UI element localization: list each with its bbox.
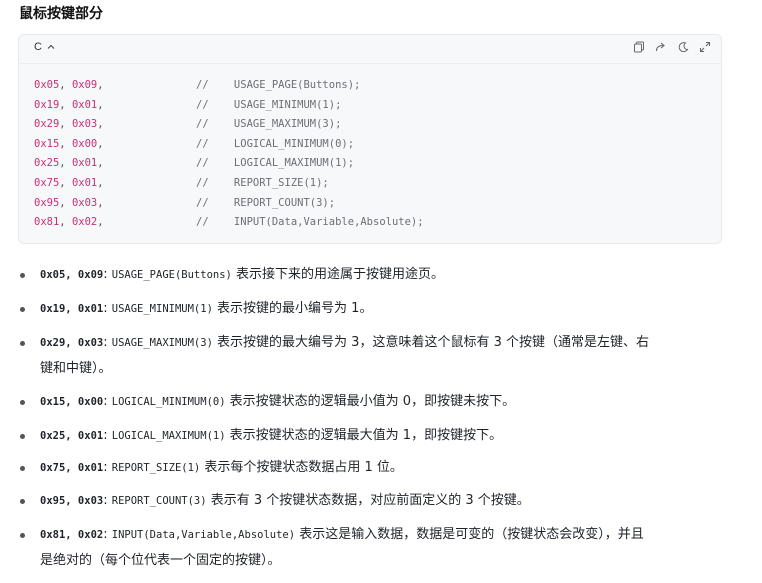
code-line: 0x81, 0x02,// INPUT(Data,Variable,Absolu…	[34, 213, 694, 233]
code-comment: // LOGICAL_MINIMUM(0);	[196, 137, 355, 150]
expand-icon[interactable]	[699, 41, 711, 53]
item-separator: :	[103, 267, 108, 282]
code-header: C	[19, 35, 721, 64]
item-desc: 表示有 3 个按键状态数据，对应前面定义的 3 个按键。	[206, 493, 530, 508]
item-macro: USAGE_PAGE(Buttons)	[111, 269, 232, 281]
code-comment: // REPORT_SIZE(1);	[196, 176, 329, 189]
item-macro: LOGICAL_MINIMUM(0)	[111, 396, 226, 408]
code-comment: // LOGICAL_MAXIMUM(1);	[196, 157, 355, 170]
item-bytes: 0x25, 0x01	[40, 430, 104, 442]
code-hex-b: 0x03	[71, 196, 98, 209]
code-hex-b: 0x01	[71, 176, 98, 189]
item-desc: 表示接下来的用途属于按键用途页。	[231, 267, 444, 282]
item-bytes: 0x29, 0x03	[40, 337, 104, 349]
item-separator: :	[103, 428, 108, 443]
item-bytes: 0x75, 0x01	[40, 462, 104, 474]
code-hex-b: 0x03	[71, 118, 98, 131]
item-separator: :	[103, 460, 108, 475]
item-separator: :	[103, 394, 108, 409]
code-hex-a: 0x75	[34, 176, 60, 189]
item-macro: USAGE_MAXIMUM(3)	[111, 337, 213, 349]
item-separator: :	[103, 527, 108, 542]
code-comment: // USAGE_MINIMUM(1);	[196, 98, 342, 111]
code-hex-a: 0x19	[34, 98, 60, 111]
bullet	[20, 499, 25, 504]
code-line: 0x29, 0x03,// USAGE_MAXIMUM(3);	[34, 115, 694, 135]
code-hex-a: 0x29	[34, 118, 60, 131]
bullet	[20, 434, 25, 439]
item-desc: 表示按键的最小编号为 1。	[212, 301, 373, 316]
item-separator: :	[103, 493, 108, 508]
copy-icon[interactable]	[633, 41, 645, 53]
item-desc-cont: 键和中键）。	[40, 361, 112, 376]
code-hex-a: 0x25	[34, 157, 60, 170]
bullet	[20, 307, 25, 312]
code-line: 0x19, 0x01,// USAGE_MINIMUM(1);	[34, 96, 694, 116]
item-bytes: 0x05, 0x09	[40, 269, 104, 281]
item-bytes: 0x15, 0x00	[40, 396, 104, 408]
item-desc: 表示按键状态的逻辑最小值为 0，即按键未按下。	[225, 394, 516, 409]
language-toggle[interactable]: C	[34, 41, 55, 53]
item-desc-cont: 是绝对的（每个位代表一个固定的按键）。	[40, 553, 281, 568]
code-line: 0x75, 0x01,// REPORT_SIZE(1);	[34, 174, 694, 194]
item-macro: INPUT(Data,Variable,Absolute)	[111, 529, 296, 541]
bullet	[20, 533, 25, 538]
code-comment: // USAGE_PAGE(Buttons);	[196, 79, 361, 91]
code-hex-b: 0x00	[71, 137, 98, 150]
item-macro: USAGE_MINIMUM(1)	[111, 303, 213, 315]
code-hex-b: 0x02	[71, 216, 98, 229]
chevron-up-icon	[47, 44, 55, 49]
item-bytes: 0x95, 0x03	[40, 495, 104, 507]
code-body: 0x05, 0x09,// USAGE_PAGE(Buttons); 0x19, …	[34, 76, 694, 233]
item-separator: :	[103, 301, 108, 316]
item-desc: 表示每个按键状态数据占用 1 位。	[200, 460, 403, 475]
item-desc: 表示按键的最大编号为 3，这意味着这个鼠标有 3 个按键（通常是左键、右	[212, 335, 649, 350]
item-bytes: 0x81, 0x02	[40, 529, 104, 541]
code-block: C 0x05, 0x09,// USAGE_PAGE(Buttons); 0x19…	[18, 34, 722, 244]
bullet	[20, 400, 25, 405]
language-label: C	[34, 41, 42, 53]
code-line: 0x95, 0x03,// REPORT_COUNT(3);	[34, 194, 694, 214]
code-comment: // REPORT_COUNT(3);	[196, 196, 336, 209]
bullet	[20, 273, 25, 278]
code-line: 0x25, 0x01,// LOGICAL_MAXIMUM(1);	[34, 154, 694, 174]
code-hex-a: 0x95	[34, 196, 60, 209]
code-line: 0x15, 0x00,// LOGICAL_MINIMUM(0);	[34, 135, 694, 155]
item-macro: REPORT_COUNT(3)	[111, 495, 207, 507]
item-separator: :	[103, 335, 108, 350]
code-hex-b: 0x01	[71, 157, 98, 170]
item-desc: 表示这是输入数据，数据是可变的（按键状态会改变），并且	[295, 527, 644, 542]
share-icon[interactable]	[655, 41, 667, 53]
section-heading: 鼠标按键部分	[19, 6, 103, 22]
code-hex-b: 0x01	[71, 98, 98, 111]
item-bytes: 0x19, 0x01	[40, 303, 104, 315]
code-line: 0x05, 0x09,// USAGE_PAGE(Buttons);	[34, 76, 694, 96]
code-hex-b: 0x09	[71, 79, 98, 91]
item-macro: REPORT_SIZE(1)	[111, 462, 201, 474]
code-comment: // USAGE_MAXIMUM(3);	[196, 118, 342, 131]
bullet	[20, 341, 25, 346]
bullet	[20, 466, 25, 471]
item-macro: LOGICAL_MAXIMUM(1)	[111, 430, 226, 442]
theme-icon[interactable]	[677, 41, 689, 53]
code-hex-a: 0x05	[34, 79, 60, 91]
code-comment: // INPUT(Data,Variable,Absolute);	[196, 216, 424, 229]
item-desc: 表示按键状态的逻辑最大值为 1，即按键按下。	[225, 428, 503, 443]
code-hex-a: 0x81	[34, 216, 60, 229]
code-hex-a: 0x15	[34, 137, 60, 150]
